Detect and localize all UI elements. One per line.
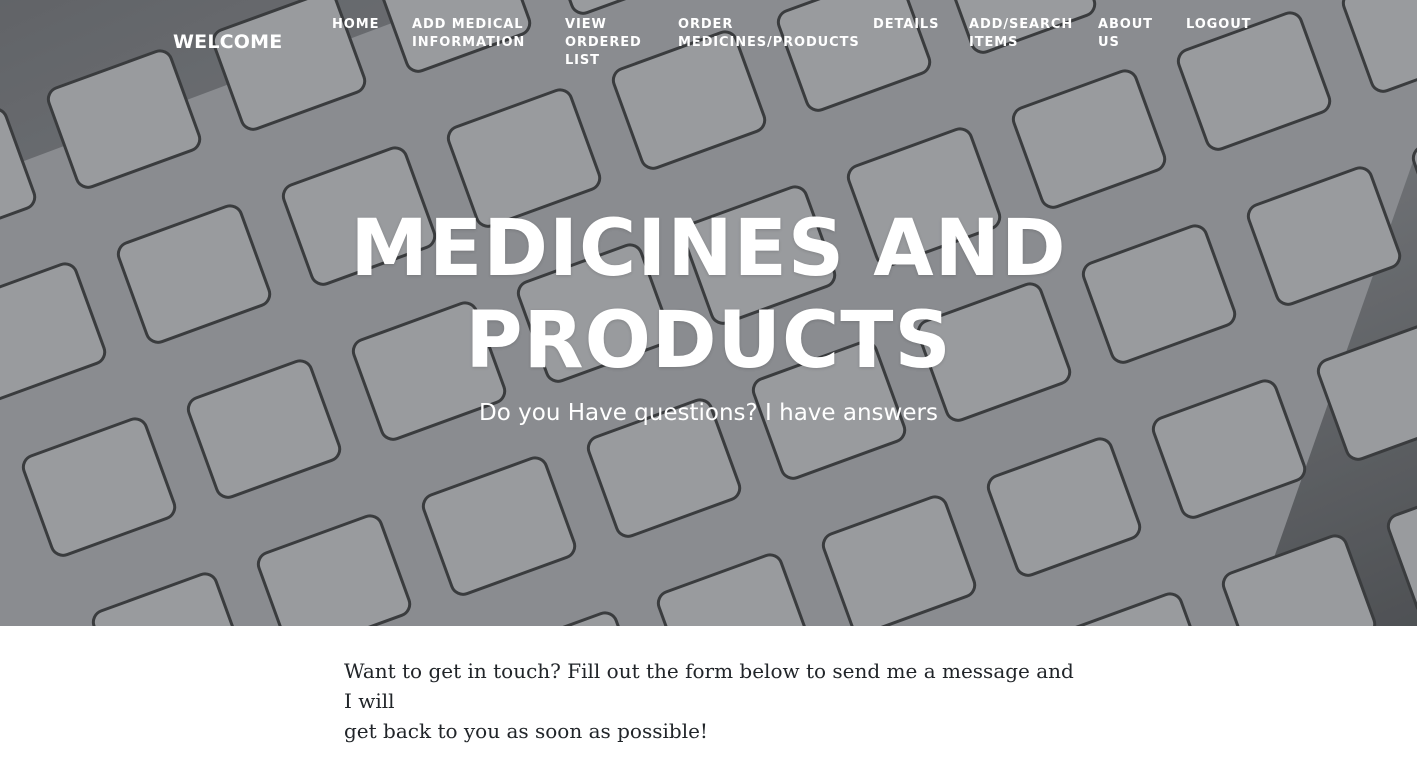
contact-intro-line-2: get back to you as soon as possible! [344,719,708,743]
nav-logout-label: LOGOUT [1186,17,1252,32]
nav-view-ordered-list[interactable]: VIEW ORDERED LIST [565,16,642,70]
brand-link[interactable]: WELCOME [173,31,282,53]
main-nav: WELCOME HOME ADD MEDICAL INFORMATION VIE… [0,0,1417,90]
nav-logout[interactable]: LOGOUT [1186,16,1251,34]
nav-add-search-label-1: ADD/SEARCH [969,17,1074,32]
page-title: MEDICINES AND PRODUCTS [0,203,1417,387]
nav-about-label-1: ABOUT [1098,17,1153,32]
nav-add-search-items[interactable]: ADD/SEARCH ITEMS [969,16,1073,52]
contact-intro-line-1: Want to get in touch? Fill out the form … [344,659,1074,713]
nav-add-search-label-2: ITEMS [969,35,1019,50]
nav-order-medicines-products[interactable]: ORDER MEDICINES/PRODUCTS [678,16,860,52]
hero-header: WELCOME HOME ADD MEDICAL INFORMATION VIE… [0,0,1417,626]
nav-view-ordered-label-3: LIST [565,53,600,68]
nav-home-label: HOME [332,17,380,32]
nav-home[interactable]: HOME [332,16,379,34]
nav-about-label-2: US [1098,35,1120,50]
page-title-line-2: PRODUCTS [465,296,952,386]
nav-add-medical-information[interactable]: ADD MEDICAL INFORMATION [412,16,525,52]
nav-view-ordered-label-1: VIEW [565,17,607,32]
page-subtitle: Do you Have questions? I have answers [479,400,938,426]
nav-details-label: DETAILS [873,17,940,32]
page-title-line-1: MEDICINES AND [350,204,1067,294]
nav-add-medical-label-2: INFORMATION [412,35,526,50]
nav-add-medical-label-1: ADD MEDICAL [412,17,524,32]
nav-view-ordered-label-2: ORDERED [565,35,642,50]
contact-intro: Want to get in touch? Fill out the form … [344,656,1074,746]
nav-order-label-1: ORDER [678,17,734,32]
nav-about-us[interactable]: ABOUT US [1098,16,1153,52]
nav-order-label-2: MEDICINES/PRODUCTS [678,35,860,50]
nav-details[interactable]: DETAILS [873,16,939,34]
